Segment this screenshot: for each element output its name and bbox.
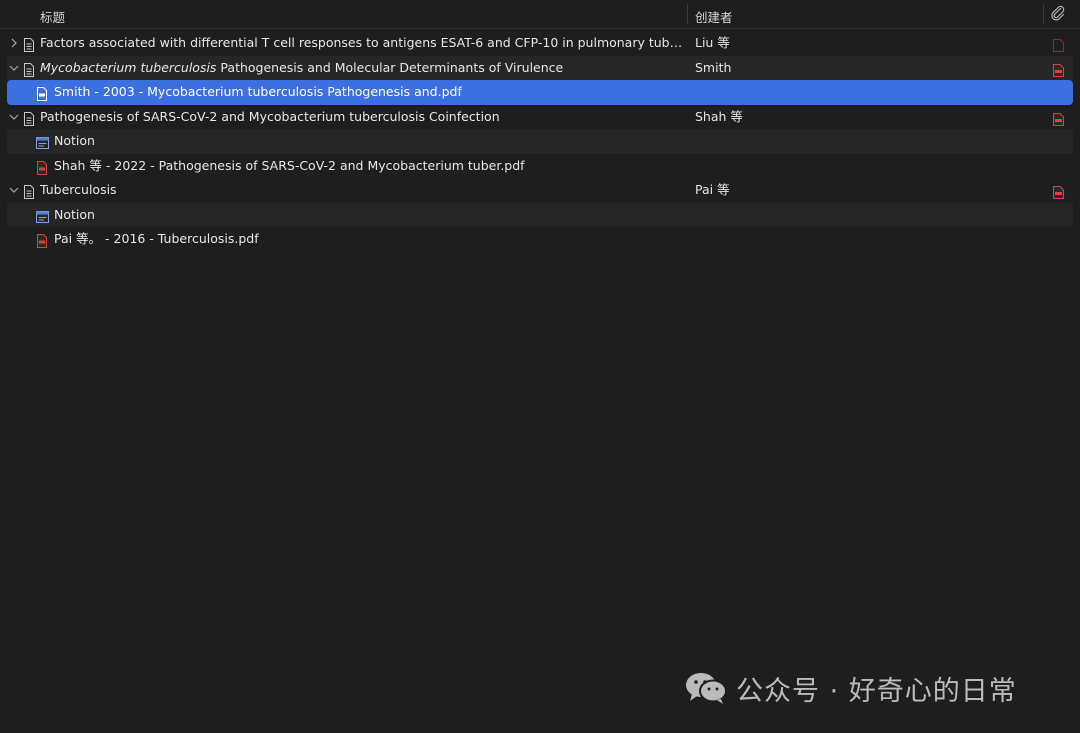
item-tree: Factors associated with differential T c… — [0, 31, 1080, 252]
wechat-icon — [684, 671, 728, 705]
tree-row-note[interactable]: Notion — [7, 129, 1073, 154]
item-title-rest: Pathogenesis and Molecular Determinants … — [216, 59, 564, 75]
watermark-text: 公众号 · 好奇心的日常 — [736, 675, 1017, 707]
item-title: Tuberculosis — [40, 182, 117, 197]
attachment-title: Pai 等。 - 2016 - Tuberculosis.pdf — [54, 231, 259, 246]
chevron-down-icon[interactable] — [9, 178, 19, 202]
watermark: 公众号 · 好奇心的日常 — [684, 668, 1017, 708]
tree-row-item[interactable]: Factors associated with differential T c… — [0, 31, 1080, 56]
tree-row-note[interactable]: Notion — [7, 202, 1073, 227]
tree-row-item[interactable]: Tuberculosis Pai 等 — [0, 178, 1080, 203]
document-icon — [23, 183, 35, 199]
tree-row-attachment-selected[interactable]: Smith - 2003 - Mycobacterium tuberculosi… — [7, 80, 1073, 105]
column-header-creator[interactable]: 创建者 — [695, 7, 733, 26]
item-creator: Liu 等 — [695, 35, 730, 50]
document-icon — [23, 36, 35, 52]
item-creator: Shah 等 — [695, 108, 743, 124]
note-title: Notion — [54, 206, 95, 222]
pdf-file-icon — [36, 159, 48, 175]
tree-row-item[interactable]: Mycobacterium tuberculosis Pathogenesis … — [7, 55, 1073, 80]
column-header-bar: 标题 创建者 — [0, 0, 1080, 29]
pdf-file-icon — [36, 232, 48, 248]
note-icon — [36, 208, 49, 223]
item-title-italic: Mycobacterium tuberculosis — [40, 59, 217, 75]
tree-row-item[interactable]: Pathogenesis of SARS-CoV-2 and Mycobacte… — [0, 105, 1080, 130]
item-title: Factors associated with differential T c… — [40, 35, 685, 50]
note-title: Notion — [54, 133, 95, 148]
item-list-pane: 标题 创建者 Factors associated with different… — [0, 0, 1080, 733]
chevron-down-icon[interactable] — [9, 105, 19, 129]
paperclip-icon[interactable] — [1050, 5, 1066, 21]
tree-row-attachment[interactable]: Pai 等。 - 2016 - Tuberculosis.pdf — [0, 227, 1080, 252]
pdf-attachment-icon[interactable] — [1053, 36, 1064, 52]
document-icon — [23, 61, 35, 77]
item-creator: Smith — [695, 59, 732, 75]
document-icon — [23, 110, 35, 126]
attachment-title: Shah 等 - 2022 - Pathogenesis of SARS-CoV… — [54, 157, 525, 173]
column-divider[interactable] — [687, 4, 688, 24]
pdf-attachment-icon[interactable] — [1053, 110, 1064, 126]
chevron-down-icon[interactable] — [9, 56, 19, 80]
column-divider[interactable] — [1043, 4, 1044, 24]
item-title: Pathogenesis of SARS-CoV-2 and Mycobacte… — [40, 108, 500, 124]
column-header-title[interactable]: 标题 — [40, 7, 65, 26]
attachment-title: Smith - 2003 - Mycobacterium tuberculosi… — [54, 84, 462, 99]
note-icon — [36, 134, 49, 149]
pdf-attachment-icon[interactable] — [1053, 61, 1064, 77]
pdf-file-icon — [36, 85, 48, 101]
item-title: Mycobacterium tuberculosis Pathogenesis … — [40, 56, 685, 80]
chevron-right-icon[interactable] — [9, 31, 19, 55]
item-creator: Pai 等 — [695, 182, 730, 197]
pdf-attachment-icon[interactable] — [1053, 183, 1064, 199]
tree-row-attachment[interactable]: Shah 等 - 2022 - Pathogenesis of SARS-CoV… — [0, 154, 1080, 179]
